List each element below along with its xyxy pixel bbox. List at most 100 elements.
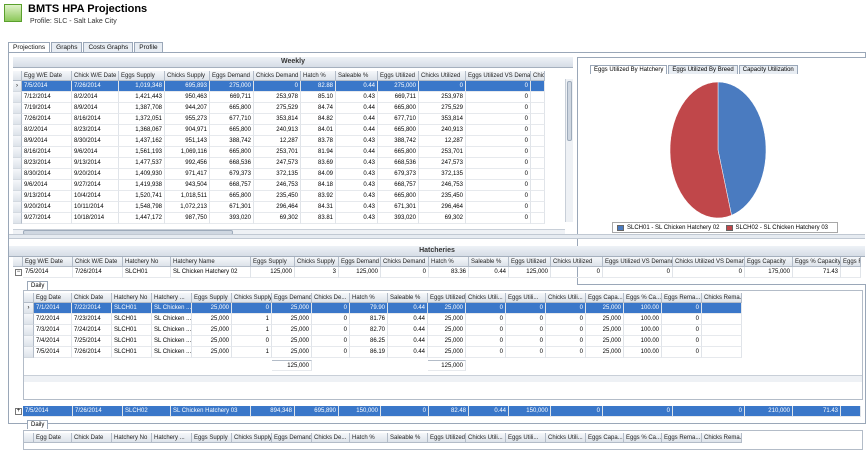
table-cell[interactable]: 86.19 xyxy=(350,347,388,358)
table-cell[interactable]: SLCH01 xyxy=(112,347,152,358)
table-cell[interactable]: 677,710 xyxy=(210,114,254,125)
column-header[interactable]: Eggs Demand xyxy=(210,71,254,81)
table-cell[interactable]: 25,000 xyxy=(192,336,232,347)
table-cell[interactable]: 668,757 xyxy=(210,180,254,191)
table-cell[interactable]: 665,800 xyxy=(210,191,254,202)
table-cell[interactable]: 100.00 xyxy=(624,336,662,347)
table-cell[interactable]: 0.43 xyxy=(336,191,378,202)
table-cell[interactable]: 84.18 xyxy=(301,180,336,191)
table-cell[interactable]: 84.01 xyxy=(301,125,336,136)
table-cell[interactable]: 679,373 xyxy=(210,169,254,180)
table-cell[interactable]: 0 xyxy=(312,314,350,325)
table-cell[interactable]: 1 xyxy=(232,347,272,358)
table-cell[interactable]: 0 xyxy=(466,202,531,213)
table-cell[interactable]: 247,573 xyxy=(419,158,466,169)
table-cell[interactable]: 210,000 xyxy=(745,406,793,417)
table-cell[interactable]: 8/23/2014 xyxy=(22,158,72,169)
table-cell[interactable]: 7/26/2014 xyxy=(72,347,112,358)
column-header[interactable]: Eggs Utilized xyxy=(378,71,419,81)
table-cell[interactable]: 0 xyxy=(662,336,702,347)
table-cell[interactable]: 665,800 xyxy=(210,125,254,136)
table-cell[interactable]: 10/4/2014 xyxy=(72,191,119,202)
table-cell[interactable]: 1,548,798 xyxy=(119,202,165,213)
table-cell[interactable]: 0 xyxy=(312,303,350,314)
table-cell[interactable] xyxy=(531,136,545,147)
table-cell[interactable]: 0 xyxy=(546,347,586,358)
row-indicator[interactable] xyxy=(13,191,22,202)
table-cell[interactable]: 9/13/2014 xyxy=(72,158,119,169)
table-cell[interactable]: 1,561,193 xyxy=(119,147,165,158)
table-cell[interactable]: SLCH01 xyxy=(123,267,171,278)
column-header[interactable]: Eggs Utilized xyxy=(428,433,466,443)
column-header[interactable]: Hatchery No xyxy=(112,433,152,443)
row-indicator[interactable] xyxy=(13,103,22,114)
table-cell[interactable]: 1,018,511 xyxy=(165,191,210,202)
column-header[interactable]: Eggs Rema... xyxy=(662,293,702,303)
table-cell[interactable]: SLCH01 xyxy=(112,336,152,347)
table-cell[interactable] xyxy=(531,169,545,180)
row-indicator[interactable]: › xyxy=(13,81,22,92)
column-header[interactable]: Eggs % Ca... xyxy=(624,293,662,303)
table-cell[interactable] xyxy=(531,81,545,92)
table-cell[interactable]: 669,711 xyxy=(210,92,254,103)
table-cell[interactable]: 0.44 xyxy=(336,147,378,158)
table-cell[interactable]: 0 xyxy=(551,406,603,417)
table-cell[interactable]: 0 xyxy=(466,314,506,325)
table-cell[interactable]: 668,536 xyxy=(378,158,419,169)
tab-eggs-utilized-by-hatchery[interactable]: Eggs Utilized By Hatchery xyxy=(590,65,668,74)
table-cell[interactable]: 0 xyxy=(662,314,702,325)
table-cell[interactable]: 0 xyxy=(466,303,506,314)
table-cell[interactable]: 100.00 xyxy=(624,325,662,336)
row-indicator[interactable] xyxy=(24,325,34,336)
table-cell[interactable]: 1,447,172 xyxy=(119,213,165,224)
column-header[interactable]: Chick W/E Date xyxy=(72,71,119,81)
table-cell[interactable]: 275,529 xyxy=(254,103,301,114)
table-cell[interactable]: 175,000 xyxy=(745,267,793,278)
table-cell[interactable] xyxy=(531,125,545,136)
table-cell[interactable]: 0 xyxy=(466,325,506,336)
table-cell[interactable]: 679,373 xyxy=(378,169,419,180)
table-cell[interactable]: 904,971 xyxy=(165,125,210,136)
column-header[interactable]: Chicks Supply xyxy=(232,433,272,443)
table-cell[interactable]: 7/4/2014 xyxy=(34,336,72,347)
table-cell[interactable] xyxy=(531,147,545,158)
table-cell[interactable] xyxy=(531,213,545,224)
table-cell[interactable]: 665,800 xyxy=(378,103,419,114)
table-cell[interactable]: 671,301 xyxy=(210,202,254,213)
table-cell[interactable]: 7/5/2014 xyxy=(34,347,72,358)
table-cell[interactable]: 0 xyxy=(506,325,546,336)
table-cell[interactable]: 240,913 xyxy=(254,125,301,136)
column-header[interactable]: Hatch % xyxy=(301,71,336,81)
table-cell[interactable]: 25,000 xyxy=(272,303,312,314)
table-cell[interactable]: 0 xyxy=(466,158,531,169)
table-cell[interactable]: 0 xyxy=(662,303,702,314)
table-cell[interactable]: SL Chicken ... xyxy=(152,314,192,325)
table-cell[interactable]: 8/30/2014 xyxy=(72,136,119,147)
table-cell[interactable]: 0.43 xyxy=(336,169,378,180)
table-cell[interactable]: 7/25/2014 xyxy=(72,336,112,347)
column-header[interactable]: Eggs Capa... xyxy=(586,433,624,443)
table-cell[interactable]: 695,890 xyxy=(295,406,339,417)
column-header[interactable]: Eggs % Capacity xyxy=(793,257,841,267)
column-header[interactable]: Chicks Rema... xyxy=(702,433,742,443)
table-cell[interactable]: 0.44 xyxy=(336,81,378,92)
table-cell[interactable]: 82.70 xyxy=(350,325,388,336)
table-cell[interactable]: 0 xyxy=(662,325,702,336)
column-header[interactable]: Chick Date xyxy=(72,433,112,443)
table-cell[interactable]: 372,135 xyxy=(254,169,301,180)
column-header[interactable]: Eggs Utili... xyxy=(506,293,546,303)
table-cell[interactable]: 0 xyxy=(466,125,531,136)
table-cell[interactable]: SLCH01 xyxy=(112,314,152,325)
row-indicator[interactable] xyxy=(13,180,22,191)
table-cell[interactable]: 943,504 xyxy=(165,180,210,191)
table-cell[interactable]: 7/3/2014 xyxy=(34,325,72,336)
table-cell[interactable]: 247,573 xyxy=(254,158,301,169)
table-cell[interactable]: 86.25 xyxy=(350,336,388,347)
table-cell[interactable]: SL Chicken ... xyxy=(152,336,192,347)
column-header[interactable]: Eggs Utilized VS Demand xyxy=(603,257,673,267)
table-cell[interactable]: 0.43 xyxy=(336,213,378,224)
row-indicator[interactable] xyxy=(24,314,34,325)
column-header[interactable]: Hatchery Name xyxy=(171,257,251,267)
table-cell[interactable]: 0 xyxy=(466,213,531,224)
table-cell[interactable]: 353,814 xyxy=(419,114,466,125)
